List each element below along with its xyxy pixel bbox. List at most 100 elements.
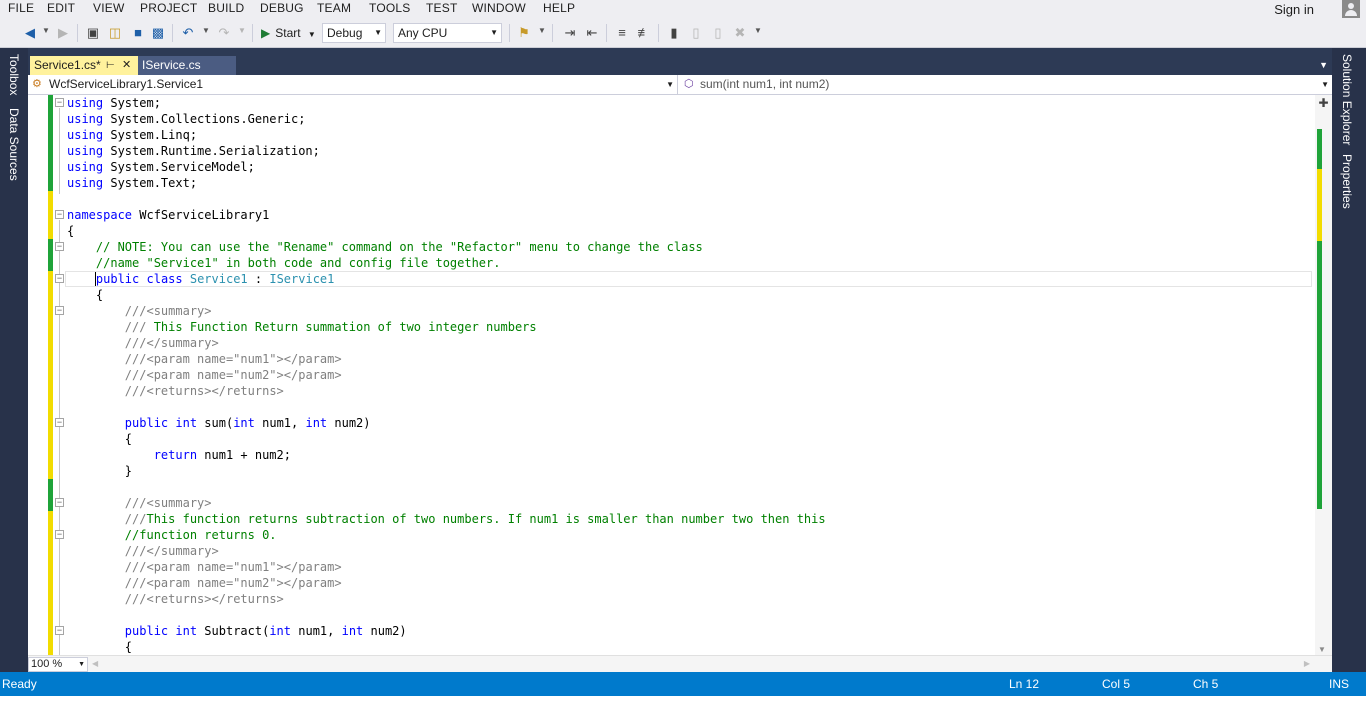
desktop-background — [0, 696, 1366, 728]
scroll-left-icon[interactable]: ◀ — [92, 659, 98, 668]
split-window-icon[interactable]: ✚ — [1317, 97, 1330, 110]
code-line[interactable]: ///<summary> — [67, 303, 212, 319]
code-line[interactable]: using System; — [67, 95, 161, 111]
collapse-icon[interactable]: − — [55, 418, 64, 427]
code-line[interactable]: public class Service1 : IService1 — [67, 271, 334, 287]
next-bookmark-icon[interactable]: ▯ — [710, 25, 726, 41]
scroll-right-icon[interactable]: ▶ — [1304, 659, 1310, 668]
tab-iservice[interactable]: IService.cs — [138, 56, 236, 75]
menu-debug[interactable]: DEBUG — [260, 1, 304, 15]
find-in-files-icon[interactable]: ⚑ — [516, 25, 532, 41]
code-line[interactable]: { — [67, 639, 132, 655]
data-sources-tab[interactable]: Data Sources — [7, 108, 21, 181]
code-line[interactable]: ///This function returns subtraction of … — [67, 511, 826, 527]
comment-icon[interactable]: ≡ — [614, 25, 630, 41]
menu-test[interactable]: TEST — [426, 1, 457, 15]
code-editor[interactable]: using System; using System.Collections.Ge… — [28, 95, 1332, 655]
code-line[interactable]: ///<returns></returns> — [67, 591, 284, 607]
collapse-icon[interactable]: − — [55, 98, 64, 107]
member-selector[interactable]: ⬡ sum(int num1, int num2) ▼ — [680, 75, 1332, 94]
redo-dropdown-icon[interactable]: ▼ — [238, 26, 246, 35]
menu-build[interactable]: BUILD — [208, 1, 244, 15]
document-well: Service1.cs* ⊢ ✕ IService.cs ▼ ⚙ WcfServ… — [28, 48, 1332, 672]
vertical-scrollbar[interactable]: ✚ ▼ — [1315, 95, 1332, 655]
platform-select[interactable]: Any CPU ▼ — [393, 23, 502, 43]
tab-list-dropdown-icon[interactable]: ▼ — [1319, 60, 1328, 70]
overflow-icon[interactable]: ▼ — [754, 26, 762, 35]
zoom-select[interactable]: 100 % ▼ — [28, 657, 88, 672]
collapse-icon[interactable]: − — [55, 530, 64, 539]
menu-view[interactable]: VIEW — [93, 1, 124, 15]
code-line[interactable]: using System.Text; — [67, 175, 197, 191]
start-dropdown-icon: ▼ — [307, 30, 316, 39]
new-project-icon[interactable]: ▣ — [85, 25, 101, 41]
code-line[interactable]: ///<returns></returns> — [67, 383, 284, 399]
properties-tab[interactable]: Properties — [1340, 154, 1354, 209]
pin-icon[interactable]: ⊢ — [106, 56, 115, 75]
type-selector[interactable]: ⚙ WcfServiceLibrary1.Service1 ▼ — [28, 75, 678, 94]
code-line[interactable]: using System.Linq; — [67, 127, 197, 143]
code-line[interactable]: using System.Collections.Generic; — [67, 111, 305, 127]
bookmark-icon[interactable]: ▮ — [666, 25, 682, 41]
menu-window[interactable]: WINDOW — [472, 1, 526, 15]
collapse-icon[interactable]: − — [55, 306, 64, 315]
menu-project[interactable]: PROJECT — [140, 1, 197, 15]
code-line[interactable]: { — [67, 431, 132, 447]
undo-icon[interactable]: ↶ — [180, 25, 196, 41]
scroll-down-icon[interactable]: ▼ — [1318, 645, 1326, 654]
forward-icon[interactable]: ▶ — [55, 25, 71, 41]
open-file-icon[interactable]: ◫ — [107, 25, 123, 41]
code-line[interactable]: /// This Function Return summation of tw… — [67, 319, 537, 335]
configuration-select[interactable]: Debug ▼ — [322, 23, 386, 43]
clear-bookmarks-icon[interactable]: ✖ — [732, 25, 748, 41]
code-line[interactable]: { — [67, 287, 103, 303]
undo-dropdown-icon[interactable]: ▼ — [202, 26, 210, 35]
code-line[interactable]: ///</summary> — [67, 543, 219, 559]
menu-help[interactable]: HELP — [543, 1, 575, 15]
code-line[interactable]: ///<param name="num2"></param> — [67, 575, 342, 591]
tab-service1[interactable]: Service1.cs* ⊢ ✕ — [30, 56, 138, 75]
uncomment-icon[interactable]: ≢ — [636, 25, 652, 41]
toolbox-tab[interactable]: Toolbox — [7, 54, 21, 95]
code-line[interactable]: using System.Runtime.Serialization; — [67, 143, 320, 159]
menu-edit[interactable]: EDIT — [47, 1, 75, 15]
redo-icon[interactable]: ↷ — [216, 25, 232, 41]
collapse-icon[interactable]: − — [55, 242, 64, 251]
code-line[interactable]: using System.ServiceModel; — [67, 159, 255, 175]
code-line[interactable]: ///<summary> — [67, 495, 212, 511]
code-line[interactable]: public int sum(int num1, int num2) — [67, 415, 371, 431]
code-line[interactable]: //name "Service1" in both code and confi… — [67, 255, 501, 271]
code-line[interactable]: namespace WcfServiceLibrary1 — [67, 207, 269, 223]
close-icon[interactable]: ✕ — [122, 56, 131, 75]
save-icon[interactable]: ■ — [130, 25, 146, 41]
outline-guide — [59, 252, 60, 274]
user-avatar-icon[interactable] — [1342, 0, 1360, 18]
collapse-icon[interactable]: − — [55, 274, 64, 283]
overflow-icon[interactable]: ▼ — [538, 26, 546, 35]
collapse-icon[interactable]: − — [55, 498, 64, 507]
menu-team[interactable]: TEAM — [317, 1, 351, 15]
solution-explorer-tab[interactable]: Solution Explorer — [1340, 54, 1354, 145]
code-line[interactable]: ///<param name="num1"></param> — [67, 351, 342, 367]
code-line[interactable]: return num1 + num2; — [67, 447, 291, 463]
back-icon[interactable]: ◀ — [22, 25, 38, 41]
previous-bookmark-icon[interactable]: ▯ — [688, 25, 704, 41]
step-over-icon[interactable]: ⇤ — [584, 25, 600, 41]
code-line[interactable]: public int Subtract(int num1, int num2) — [67, 623, 407, 639]
code-line[interactable]: ///<param name="num1"></param> — [67, 559, 342, 575]
start-button[interactable]: ▶ Start ▼ — [261, 24, 316, 42]
save-all-icon[interactable]: ▩ — [150, 25, 166, 41]
code-line[interactable]: { — [67, 223, 74, 239]
code-line[interactable]: ///</summary> — [67, 335, 219, 351]
menu-file[interactable]: FILE — [8, 1, 34, 15]
menu-tools[interactable]: TOOLS — [369, 1, 410, 15]
collapse-icon[interactable]: − — [55, 210, 64, 219]
sign-in-link[interactable]: Sign in — [1274, 2, 1314, 17]
code-line[interactable]: ///<param name="num2"></param> — [67, 367, 342, 383]
code-line[interactable]: } — [67, 463, 132, 479]
step-into-icon[interactable]: ⇥ — [562, 25, 578, 41]
code-line[interactable]: // NOTE: You can use the "Rename" comman… — [67, 239, 703, 255]
code-line[interactable]: //function returns 0. — [67, 527, 277, 543]
collapse-icon[interactable]: − — [55, 626, 64, 635]
back-dropdown-icon[interactable]: ▼ — [42, 26, 50, 35]
